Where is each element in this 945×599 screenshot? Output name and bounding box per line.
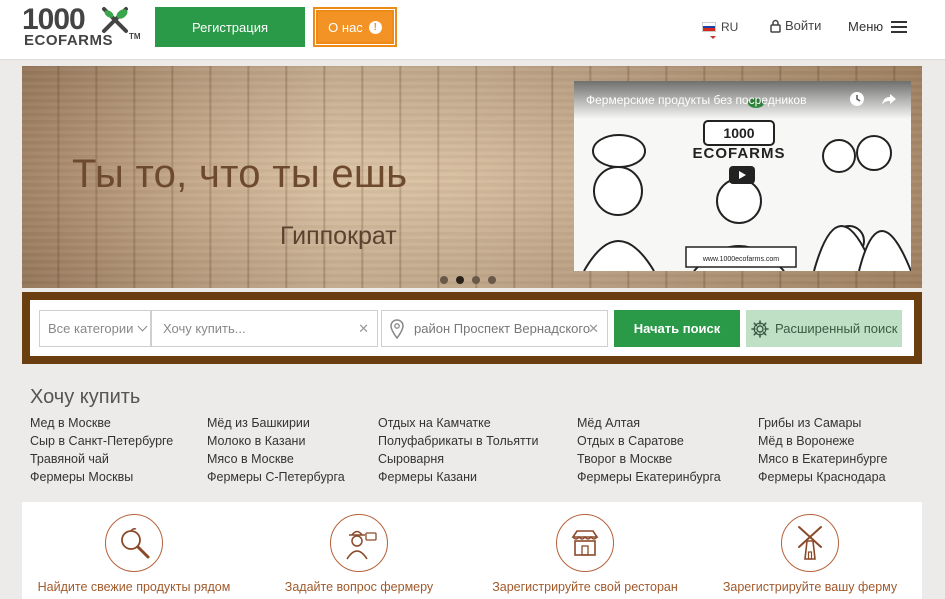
popular-link[interactable]: Полуфабрикаты в Тольятти xyxy=(378,432,538,450)
video-title[interactable]: Фермерские продукты без посредников xyxy=(586,93,806,107)
register-button[interactable]: Регистрация xyxy=(155,7,305,47)
slider-dot[interactable] xyxy=(472,276,480,284)
hamburger-icon xyxy=(891,20,908,33)
menu-button[interactable]: Меню xyxy=(848,19,908,34)
windmill-icon xyxy=(781,514,839,572)
lock-icon xyxy=(770,19,781,33)
category-select[interactable]: Все категории xyxy=(39,310,151,347)
links-column: Мед в Москве Сыр в Санкт-Петербурге Трав… xyxy=(30,414,173,486)
popular-link[interactable]: Творог в Москве xyxy=(577,450,721,468)
hero-quote-author: Гиппократ xyxy=(280,222,397,250)
links-column: Мёд из Башкирии Молоко в Казани Мясо в М… xyxy=(207,414,345,486)
popular-link[interactable]: Фермеры Москвы xyxy=(30,468,173,486)
links-column: Грибы из Самары Мёд в Воронеже Мясо в Ек… xyxy=(758,414,887,486)
restaurant-icon xyxy=(556,514,614,572)
feature-find-products[interactable]: Найдите свежие продукты рядом xyxy=(29,514,239,594)
popular-link[interactable]: Мёд из Башкирии xyxy=(207,414,345,432)
popular-link[interactable]: Сыроварня xyxy=(378,450,538,468)
buy-placeholder: Хочу купить... xyxy=(163,321,246,336)
feature-register-restaurant[interactable]: Зарегистрируйте свой ресторан xyxy=(480,514,690,594)
popular-link[interactable]: Мясо в Екатеринбурге xyxy=(758,450,887,468)
logo-trademark: TM xyxy=(129,32,141,41)
farmer-icon xyxy=(330,514,388,572)
clear-location-icon[interactable]: ✕ xyxy=(588,321,599,337)
search-panel: Все категории Хочу купить... ✕ район Про… xyxy=(22,292,922,364)
menu-label: Меню xyxy=(848,19,884,34)
russia-flag-icon xyxy=(702,22,716,32)
links-column: Отдых на Камчатке Полуфабрикаты в Тольят… xyxy=(378,414,538,486)
about-button[interactable]: О нас ! xyxy=(313,7,397,47)
feature-label: Задайте вопрос фермеру xyxy=(284,580,434,594)
login-link[interactable]: Войти xyxy=(770,18,821,33)
share-icon[interactable] xyxy=(881,91,897,107)
feature-label: Зарегистрируйте вашу ферму xyxy=(722,580,898,594)
category-label: Все категории xyxy=(48,321,134,336)
video-player[interactable]: 1000 ECOFARMS www.1000ecofarms.com Ферме… xyxy=(574,81,911,271)
search-bar: Все категории Хочу купить... ✕ район Про… xyxy=(30,300,914,356)
svg-text:www.1000ecofarms.com: www.1000ecofarms.com xyxy=(702,256,779,263)
location-input[interactable]: район Проспект Вернадского ✕ xyxy=(381,310,608,347)
language-selector[interactable]: RU xyxy=(702,20,739,39)
slider-dots xyxy=(440,276,496,284)
about-label: О нас xyxy=(328,19,363,35)
feature-ask-farmer[interactable]: Задайте вопрос фермеру xyxy=(254,514,464,594)
popular-link[interactable]: Мёд Алтая xyxy=(577,414,721,432)
svg-text:1000: 1000 xyxy=(723,125,754,141)
slider-dot[interactable] xyxy=(440,276,448,284)
info-icon: ! xyxy=(368,20,382,34)
logo[interactable]: 1000 ECOFARMS TM xyxy=(22,3,142,51)
popular-link[interactable]: Грибы из Самары xyxy=(758,414,887,432)
hero-quote: Ты то, что ты ешь xyxy=(72,152,408,196)
location-pin-icon xyxy=(390,319,404,339)
advanced-search-label: Расширенный поиск xyxy=(775,321,898,336)
location-value: район Проспект Вернадского xyxy=(414,321,591,336)
popular-link[interactable]: Мёд в Воронеже xyxy=(758,432,887,450)
logo-text: ECOFARMS xyxy=(24,32,114,49)
feature-label: Найдите свежие продукты рядом xyxy=(37,580,231,594)
hero-banner: Ты то, что ты ешь Гиппократ 1000 ECOFARM… xyxy=(22,66,922,288)
want-to-buy-title: Хочу купить xyxy=(30,386,141,408)
play-icon[interactable] xyxy=(729,166,755,184)
popular-link[interactable]: Травяной чай xyxy=(30,450,173,468)
slider-dot[interactable] xyxy=(488,276,496,284)
gear-icon xyxy=(751,319,769,338)
header: 1000 ECOFARMS TM Регистрация О нас ! RU … xyxy=(0,0,945,60)
magnifier-apple-icon xyxy=(105,514,163,572)
chevron-down-icon xyxy=(137,321,148,332)
links-column: Мёд Алтая Отдых в Саратове Творог в Моск… xyxy=(577,414,721,486)
language-code: RU xyxy=(721,20,739,34)
clear-icon[interactable]: ✕ xyxy=(358,321,369,337)
features-strip: Найдите свежие продукты рядом Задайте во… xyxy=(22,502,922,599)
popular-link[interactable]: Отдых на Камчатке xyxy=(378,414,538,432)
feature-label: Зарегистрируйте свой ресторан xyxy=(492,580,678,594)
popular-link[interactable]: Отдых в Саратове xyxy=(577,432,721,450)
fork-knife-leaf-icon xyxy=(102,7,128,33)
popular-link[interactable]: Фермеры Екатеринбурга xyxy=(577,468,721,486)
login-label: Войти xyxy=(785,18,822,33)
advanced-search-button[interactable]: Расширенный поиск xyxy=(746,310,902,347)
clock-icon[interactable] xyxy=(849,91,865,107)
popular-link[interactable]: Мясо в Москве xyxy=(207,450,345,468)
popular-link[interactable]: Молоко в Казани xyxy=(207,432,345,450)
popular-link[interactable]: Фермеры С-Петербурга xyxy=(207,468,345,486)
start-search-button[interactable]: Начать поиск xyxy=(614,310,740,347)
popular-link[interactable]: Фермеры Краснодара xyxy=(758,468,887,486)
popular-link[interactable]: Фермеры Казани xyxy=(378,468,538,486)
buy-search-input[interactable]: Хочу купить... ✕ xyxy=(151,310,378,347)
caret-down-icon xyxy=(710,36,716,39)
feature-register-farm[interactable]: Зарегистрируйте вашу ферму xyxy=(705,514,915,594)
popular-link[interactable]: Мед в Москве xyxy=(30,414,173,432)
video-actions xyxy=(849,91,897,107)
svg-text:ECOFARMS: ECOFARMS xyxy=(692,145,785,162)
slider-dot-active[interactable] xyxy=(456,276,464,284)
popular-link[interactable]: Сыр в Санкт-Петербурге xyxy=(30,432,173,450)
